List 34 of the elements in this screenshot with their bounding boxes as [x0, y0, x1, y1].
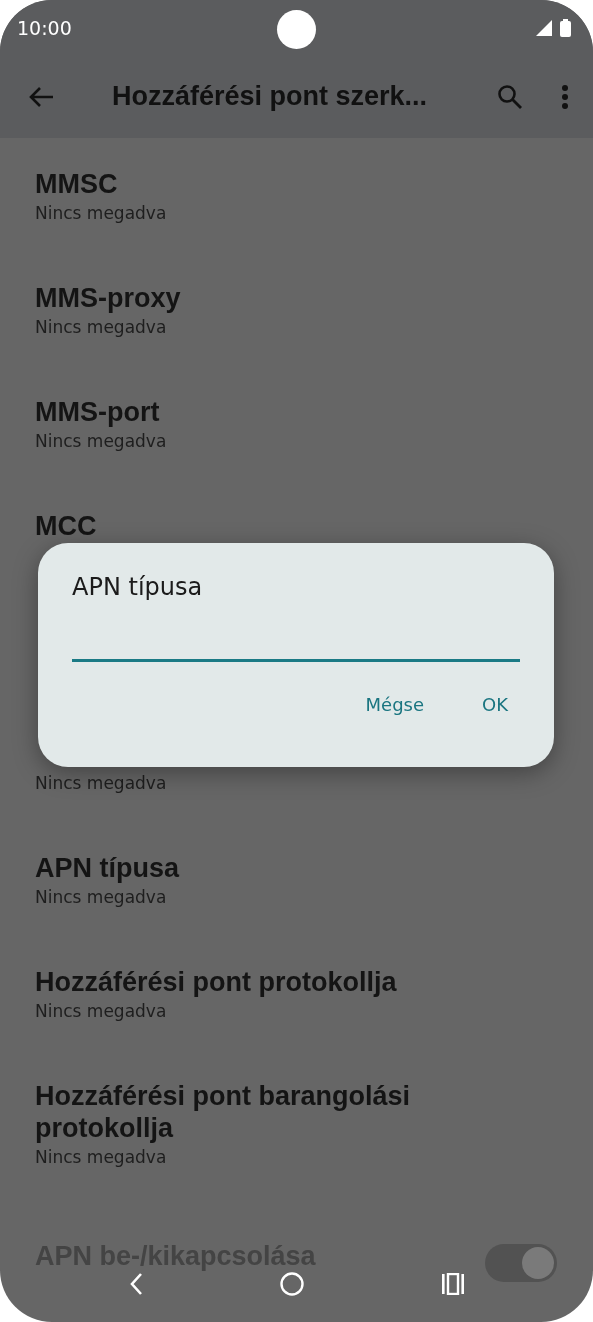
item-subtitle: Nincs megadva	[35, 203, 168, 223]
item-title: MMS-proxy	[35, 282, 182, 314]
toggle-switch[interactable]	[485, 1244, 557, 1282]
settings-item[interactable]: Hozzáférési pont protokollja Nincs megadva	[0, 966, 593, 1080]
more-options-icon[interactable]	[561, 84, 569, 109]
item-subtitle: Nincs megadva	[35, 887, 168, 907]
settings-item[interactable]: MMS-proxy Nincs megadva	[0, 282, 593, 396]
item-title: APN típusa	[35, 852, 181, 884]
ok-button[interactable]: OK	[470, 690, 520, 719]
recents-icon[interactable]	[440, 1273, 465, 1295]
item-title: Hozzáférési pont protokollja	[35, 966, 398, 998]
settings-item[interactable]: Hozzáférési pont barangolási protokollja Nincs megadva	[0, 1080, 593, 1240]
search-icon[interactable]	[497, 83, 523, 110]
cancel-button[interactable]: Mégse	[353, 690, 436, 719]
settings-item[interactable]: MMSC Nincs megadva	[0, 168, 593, 282]
back-icon[interactable]	[128, 1272, 143, 1296]
home-icon[interactable]	[279, 1272, 304, 1296]
item-title: MMS-port	[35, 396, 161, 428]
signal-icon	[536, 19, 552, 36]
settings-item[interactable]: APN típusa Nincs megadva	[0, 852, 593, 966]
item-title: MMSC	[35, 168, 119, 200]
battery-icon	[560, 18, 571, 37]
item-subtitle: Nincs megadva	[35, 431, 168, 451]
item-subtitle: Nincs megadva	[35, 1001, 168, 1021]
item-title: Hozzáférési pont barangolási protokollja	[35, 1080, 412, 1144]
dialog-title: APN típusa	[72, 573, 204, 601]
back-arrow-icon[interactable]	[28, 85, 54, 108]
item-subtitle: Nincs megadva	[35, 773, 168, 793]
clock-time: 10:00	[17, 16, 72, 39]
camera-hole	[277, 10, 316, 49]
settings-item[interactable]: MMS-port Nincs megadva	[0, 396, 593, 510]
item-subtitle: Nincs megadva	[35, 317, 168, 337]
item-subtitle: Nincs megadva	[35, 1147, 168, 1167]
screen-title: Hozzáférési pont szerk...	[112, 81, 429, 112]
